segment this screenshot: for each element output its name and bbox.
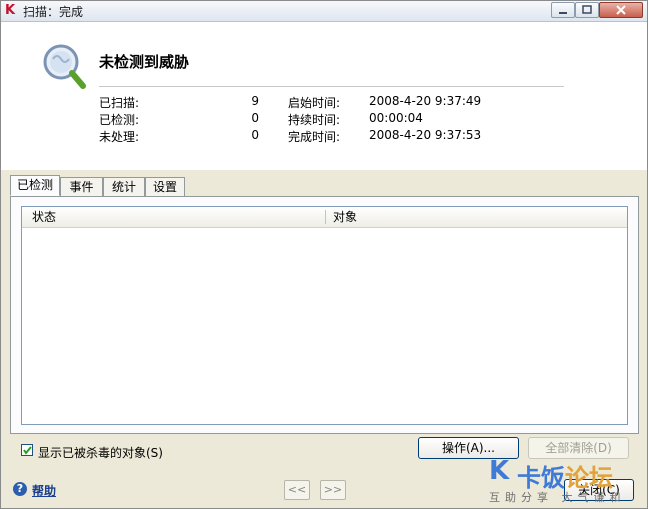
maximize-icon: [582, 5, 592, 14]
watermark-title: 卡饭论坛: [517, 458, 613, 493]
start-time-label: 启始时间:: [288, 96, 341, 110]
start-time-value: 2008-4-20 9:37:49: [369, 94, 482, 108]
window-title: 扫描：完成: [23, 5, 84, 19]
detected-label: 已检测:: [99, 113, 140, 127]
checkmark-icon: [23, 446, 32, 455]
show-disinfected-label[interactable]: 显示已被杀毒的对象(S): [38, 444, 163, 461]
scan-summary-header: 未检测到威胁 已扫描: 9 已检测: 0 未处理: 0 启始时间: 2008-4…: [1, 22, 647, 170]
scanned-label: 已扫描:: [99, 96, 140, 110]
minimize-button[interactable]: [551, 2, 575, 18]
tab-detected[interactable]: 已检测: [10, 175, 60, 196]
unhandled-label: 未处理:: [99, 130, 140, 144]
watermark-title-accent: 论坛: [565, 464, 613, 492]
title-bar[interactable]: K 扫描：完成: [1, 1, 647, 22]
close-window-button[interactable]: [599, 2, 643, 18]
tab-panel-detected: 状态 对象: [10, 196, 639, 434]
watermark-title-main: 卡饭: [517, 464, 565, 492]
next-button[interactable]: >>: [320, 480, 346, 500]
minimize-icon: [559, 12, 567, 14]
kafan-forum-watermark: K 卡饭论坛 互助分享 大气谦和: [487, 456, 647, 508]
scan-result-headline: 未检测到威胁: [99, 53, 190, 71]
watermark-slogan: 互助分享 大气谦和: [489, 491, 626, 504]
tab-settings[interactable]: 设置: [145, 177, 185, 196]
help-link[interactable]: 帮助: [32, 482, 56, 499]
detected-value: 0: [251, 111, 259, 125]
kaspersky-app-icon: K: [5, 3, 16, 18]
duration-label: 持续时间:: [288, 113, 341, 127]
scanned-value: 9: [251, 94, 259, 108]
detected-objects-list[interactable]: 状态 对象: [21, 206, 628, 425]
tab-events[interactable]: 事件: [60, 177, 103, 196]
unhandled-value: 0: [251, 128, 259, 142]
close-icon: [616, 5, 626, 15]
finish-time-label: 完成时间:: [288, 130, 341, 144]
magnifier-scan-icon: [43, 44, 86, 89]
column-header-object[interactable]: 对象: [333, 207, 357, 227]
column-header-status[interactable]: 状态: [32, 207, 56, 227]
help-icon[interactable]: ?: [13, 482, 27, 496]
watermark-logo: K: [489, 456, 510, 486]
list-header: 状态 对象: [22, 207, 627, 228]
previous-button[interactable]: <<: [284, 480, 310, 500]
maximize-button[interactable]: [575, 2, 599, 18]
header-divider: [99, 86, 564, 87]
column-separator[interactable]: [325, 210, 326, 224]
finish-time-value: 2008-4-20 9:37:53: [369, 128, 482, 142]
duration-value: 00:00:04: [369, 111, 423, 125]
scan-window: K 扫描：完成 未检测到威胁 已扫描: 9 已检测: 0 未处理: 0 启始时间…: [0, 0, 648, 509]
tab-statistics[interactable]: 统计: [103, 177, 145, 196]
show-disinfected-checkbox[interactable]: [21, 444, 33, 456]
